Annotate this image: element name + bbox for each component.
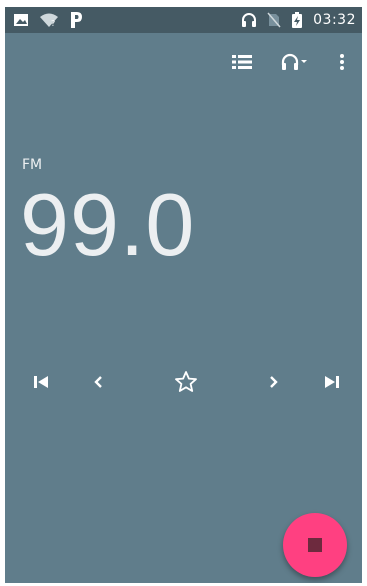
next-station-button[interactable] [314,367,350,397]
seek-down-button[interactable] [80,367,116,397]
stop-icon [308,538,322,552]
seek-down-icon [92,375,104,389]
headset-icon [241,12,257,28]
previous-station-button[interactable] [23,367,59,397]
svg-text:?: ? [51,19,55,28]
top-toolbar [5,47,362,77]
seek-up-icon [268,375,280,389]
skip-next-icon [324,374,340,390]
status-time: 03:32 [313,12,356,28]
headset-output-icon [281,53,309,71]
status-bar: ? 03:32 [5,7,362,33]
station-list-icon [232,54,252,70]
battery-charging-icon [291,12,303,28]
audio-output-button[interactable] [277,47,313,77]
p-icon [69,11,83,29]
wifi-question-icon: ? [39,12,59,28]
stop-radio-button[interactable] [283,513,347,577]
seek-up-button[interactable] [256,367,292,397]
skip-previous-icon [33,374,49,390]
overflow-menu-button[interactable] [327,47,357,77]
favorite-star-icon [174,370,198,394]
favorite-button[interactable] [168,367,204,397]
band-label: FM [22,157,43,173]
frequency-display: 99.0 [20,175,196,274]
station-list-button[interactable] [224,47,260,77]
overflow-menu-icon [339,53,345,71]
fm-radio-screen: ? 03:32 FM 99.0 [5,7,362,583]
no-sim-icon [267,12,281,28]
playback-controls [5,367,362,397]
image-icon [13,13,29,27]
